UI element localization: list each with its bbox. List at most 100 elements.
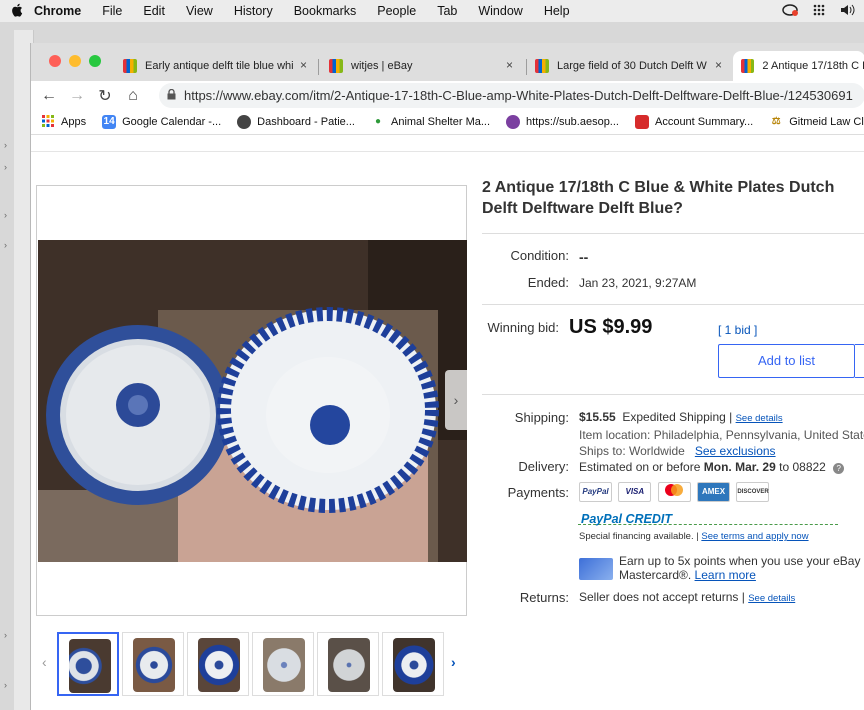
see-terms-link[interactable]: See terms and apply now xyxy=(701,531,808,542)
delivery-text: Estimated on or before xyxy=(579,460,701,474)
returns-details-link[interactable]: See details xyxy=(748,593,795,604)
thumbnail-2[interactable] xyxy=(122,632,184,696)
tab-early-antique[interactable]: Early antique delft tile blue whi × xyxy=(115,51,315,81)
close-tab-icon[interactable]: × xyxy=(300,58,307,72)
url-text: https://www.ebay.com/itm/2-Antique-17-18… xyxy=(184,88,853,103)
apple-icon[interactable] xyxy=(0,3,34,20)
menu-help[interactable]: Help xyxy=(544,4,570,18)
calendar-icon: 14 xyxy=(102,115,117,129)
bid-count-link[interactable]: [ 1 bid ] xyxy=(718,323,757,337)
tab-title: Large field of 30 Dutch Delft W xyxy=(557,60,707,72)
page-divider xyxy=(31,151,864,152)
tab-large-field[interactable]: Large field of 30 Dutch Delft W × xyxy=(527,51,730,81)
reload-button[interactable]: ↻ xyxy=(91,86,119,106)
menubar-status-area xyxy=(782,0,864,22)
thumbnail-5[interactable] xyxy=(317,632,379,696)
shipping-method: Expedited Shipping | xyxy=(622,410,733,424)
add-to-list-dropdown[interactable] xyxy=(855,344,864,378)
ebay-favicon-icon xyxy=(741,59,755,73)
lock-icon[interactable] xyxy=(167,88,176,103)
tab-title: Early antique delft tile blue whi xyxy=(145,60,294,72)
menu-tab[interactable]: Tab xyxy=(437,4,457,18)
bookmark-label: Animal Shelter Ma... xyxy=(390,116,491,128)
chevron-right-icon: › xyxy=(4,162,7,172)
next-image-button[interactable]: › xyxy=(445,370,467,430)
menu-file[interactable]: File xyxy=(102,4,122,18)
payment-methods: PayPal VISA AMEX DISCOVER xyxy=(579,482,772,502)
globe-icon xyxy=(237,115,252,129)
ships-to: Ships to: Worldwide xyxy=(579,444,685,458)
bookmarks-bar: Apps 14 Google Calendar -... Dashboard -… xyxy=(31,110,864,135)
zoom-window-button[interactable] xyxy=(89,55,101,67)
tab-separator xyxy=(318,59,319,75)
info-icon[interactable]: ? xyxy=(833,463,845,474)
thumbnail-6[interactable] xyxy=(382,632,444,696)
bookmark-aesop[interactable]: https://sub.aesop... xyxy=(506,115,619,129)
forward-button[interactable]: → xyxy=(63,87,91,105)
thumbnail-1[interactable] xyxy=(57,632,119,696)
bookmark-label: Google Calendar -... xyxy=(122,116,222,128)
menu-bookmarks[interactable]: Bookmarks xyxy=(294,4,357,18)
menu-chrome[interactable]: Chrome xyxy=(34,4,81,18)
winning-bid-label: Winning bid: xyxy=(487,320,559,335)
thumbnail-3[interactable] xyxy=(187,632,249,696)
menu-edit[interactable]: Edit xyxy=(143,4,165,18)
bookmark-label: Account Summary... xyxy=(654,116,754,128)
add-to-list-button[interactable]: Add to list xyxy=(718,344,855,378)
ebay-listing-page: › ‹ › 2 Antique 17/18th C Blue & White P… xyxy=(31,136,864,710)
home-button[interactable]: ⌂ xyxy=(119,87,147,105)
see-exclusions-link[interactable]: See exclusions xyxy=(695,444,776,458)
creative-cloud-icon[interactable] xyxy=(782,3,798,19)
aesop-icon xyxy=(506,115,521,129)
plates-photo[interactable]: › xyxy=(38,240,467,562)
bookmark-gitmeid[interactable]: ⚖ Gitmeid Law Cli xyxy=(769,115,864,129)
shipping-details-link[interactable]: See details xyxy=(736,413,783,424)
learn-more-link[interactable]: Learn more xyxy=(695,568,756,582)
delivery-zip: to 08822 xyxy=(779,460,826,474)
bookmark-dashboard[interactable]: Dashboard - Patie... xyxy=(237,115,355,129)
financing-line: Special financing available. | See terms… xyxy=(579,531,809,542)
close-window-button[interactable] xyxy=(49,55,61,67)
back-button[interactable]: ← xyxy=(35,87,63,105)
winning-price: US $9.99 xyxy=(569,316,653,338)
mastercard-icon xyxy=(657,482,691,502)
discover-icon: DISCOVER xyxy=(736,482,770,502)
thumbnail-4[interactable] xyxy=(252,632,314,696)
chrome-window: Early antique delft tile blue whi × witj… xyxy=(30,43,864,710)
tab-witjes[interactable]: witjes | eBay × xyxy=(321,51,521,81)
visa-icon: VISA xyxy=(618,482,652,502)
bookmark-animal-shelter[interactable]: ● Animal Shelter Ma... xyxy=(371,115,490,129)
condition-label: Condition: xyxy=(510,248,569,263)
close-tab-icon[interactable]: × xyxy=(506,58,513,72)
menu-people[interactable]: People xyxy=(377,4,416,18)
minimize-window-button[interactable] xyxy=(69,55,81,67)
main-image-viewer[interactable]: › xyxy=(36,185,467,616)
chevron-right-icon: › xyxy=(4,210,7,220)
mac-menubar: Chrome File Edit View History Bookmarks … xyxy=(0,0,864,22)
apps-grid-icon xyxy=(41,115,55,129)
address-bar[interactable]: https://www.ebay.com/itm/2-Antique-17-18… xyxy=(159,83,864,108)
condition-value: -- xyxy=(579,249,589,265)
volume-icon[interactable] xyxy=(840,4,856,19)
tab-title: witjes | eBay xyxy=(351,60,413,72)
menu-view[interactable]: View xyxy=(186,4,213,18)
thumbs-next-button[interactable]: › xyxy=(451,654,456,670)
item-location: Item location: Philadelphia, Pennsylvani… xyxy=(579,428,864,442)
menu-window[interactable]: Window xyxy=(478,4,522,18)
chevron-right-icon: › xyxy=(4,680,7,690)
browser-toolbar: ← → ↻ ⌂ https://www.ebay.com/itm/2-Antiq… xyxy=(31,81,864,110)
bookmark-apps[interactable]: Apps xyxy=(41,115,86,129)
grid-dots-icon[interactable] xyxy=(812,3,826,20)
thumbs-prev-button[interactable]: ‹ xyxy=(42,654,47,670)
bookmark-google-calendar[interactable]: 14 Google Calendar -... xyxy=(102,115,221,129)
paw-icon: ● xyxy=(374,116,381,127)
ebay-mastercard-icon xyxy=(579,558,613,580)
bookmark-label: https://sub.aesop... xyxy=(526,116,619,128)
menu-history[interactable]: History xyxy=(234,4,273,18)
delivery-date: Mon. Mar. 29 xyxy=(703,460,776,474)
tab-2-antique-active[interactable]: 2 Antique 17/18th C B xyxy=(733,51,864,81)
bookmark-account-summary[interactable]: Account Summary... xyxy=(634,115,754,129)
returns-text: Seller does not accept returns | xyxy=(579,590,745,604)
close-tab-icon[interactable]: × xyxy=(715,58,722,72)
shipping-line: $15.55 Expedited Shipping | See details xyxy=(579,410,783,424)
